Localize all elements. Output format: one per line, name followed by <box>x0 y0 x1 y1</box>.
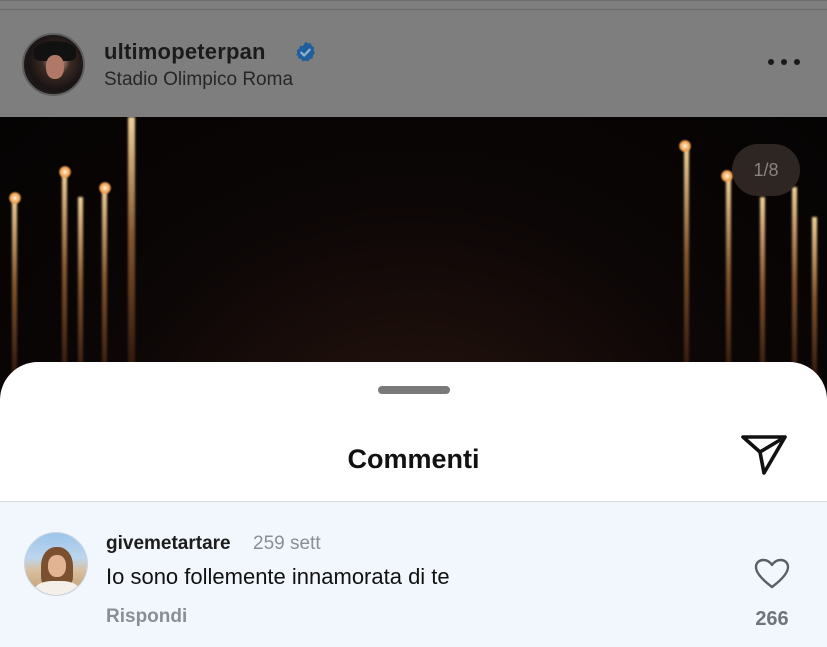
commenter-username[interactable]: givemetartare <box>106 533 231 555</box>
comment-item: givemetartare 259 sett Io sono follement… <box>0 502 827 647</box>
commenter-avatar[interactable] <box>24 532 88 596</box>
reply-button[interactable]: Rispondi <box>106 606 187 628</box>
avatar-face <box>46 55 64 79</box>
heart-outline-icon[interactable] <box>754 558 790 590</box>
firework-glow <box>8 191 22 205</box>
media-counter: 1/8 <box>732 144 800 196</box>
avatar-face <box>48 555 66 577</box>
post-location[interactable]: Stadio Olimpico Roma <box>104 69 293 91</box>
more-options-icon[interactable] <box>768 57 802 67</box>
post-author-username[interactable]: ultimopeterpan <box>104 39 266 65</box>
top-divider <box>0 9 827 10</box>
firework-glow <box>98 181 112 195</box>
post-header: ultimopeterpan Stadio Olimpico Roma <box>0 0 827 117</box>
comment-timestamp: 259 sett <box>253 533 321 554</box>
like-count: 266 <box>755 608 789 630</box>
comment-text: Io sono follemente innamorata di te <box>106 564 450 589</box>
post-author-avatar[interactable] <box>22 33 85 96</box>
sheet-drag-handle[interactable] <box>378 386 450 394</box>
sheet-title: Commenti <box>347 444 480 474</box>
verified-badge-icon <box>296 41 315 62</box>
avatar-shirt <box>35 581 79 595</box>
paper-plane-icon[interactable] <box>739 433 789 477</box>
comments-sheet: Commenti givemetartare 259 sett Io sono … <box>0 362 827 647</box>
firework-glow <box>678 139 692 153</box>
firework-glow <box>58 165 72 179</box>
